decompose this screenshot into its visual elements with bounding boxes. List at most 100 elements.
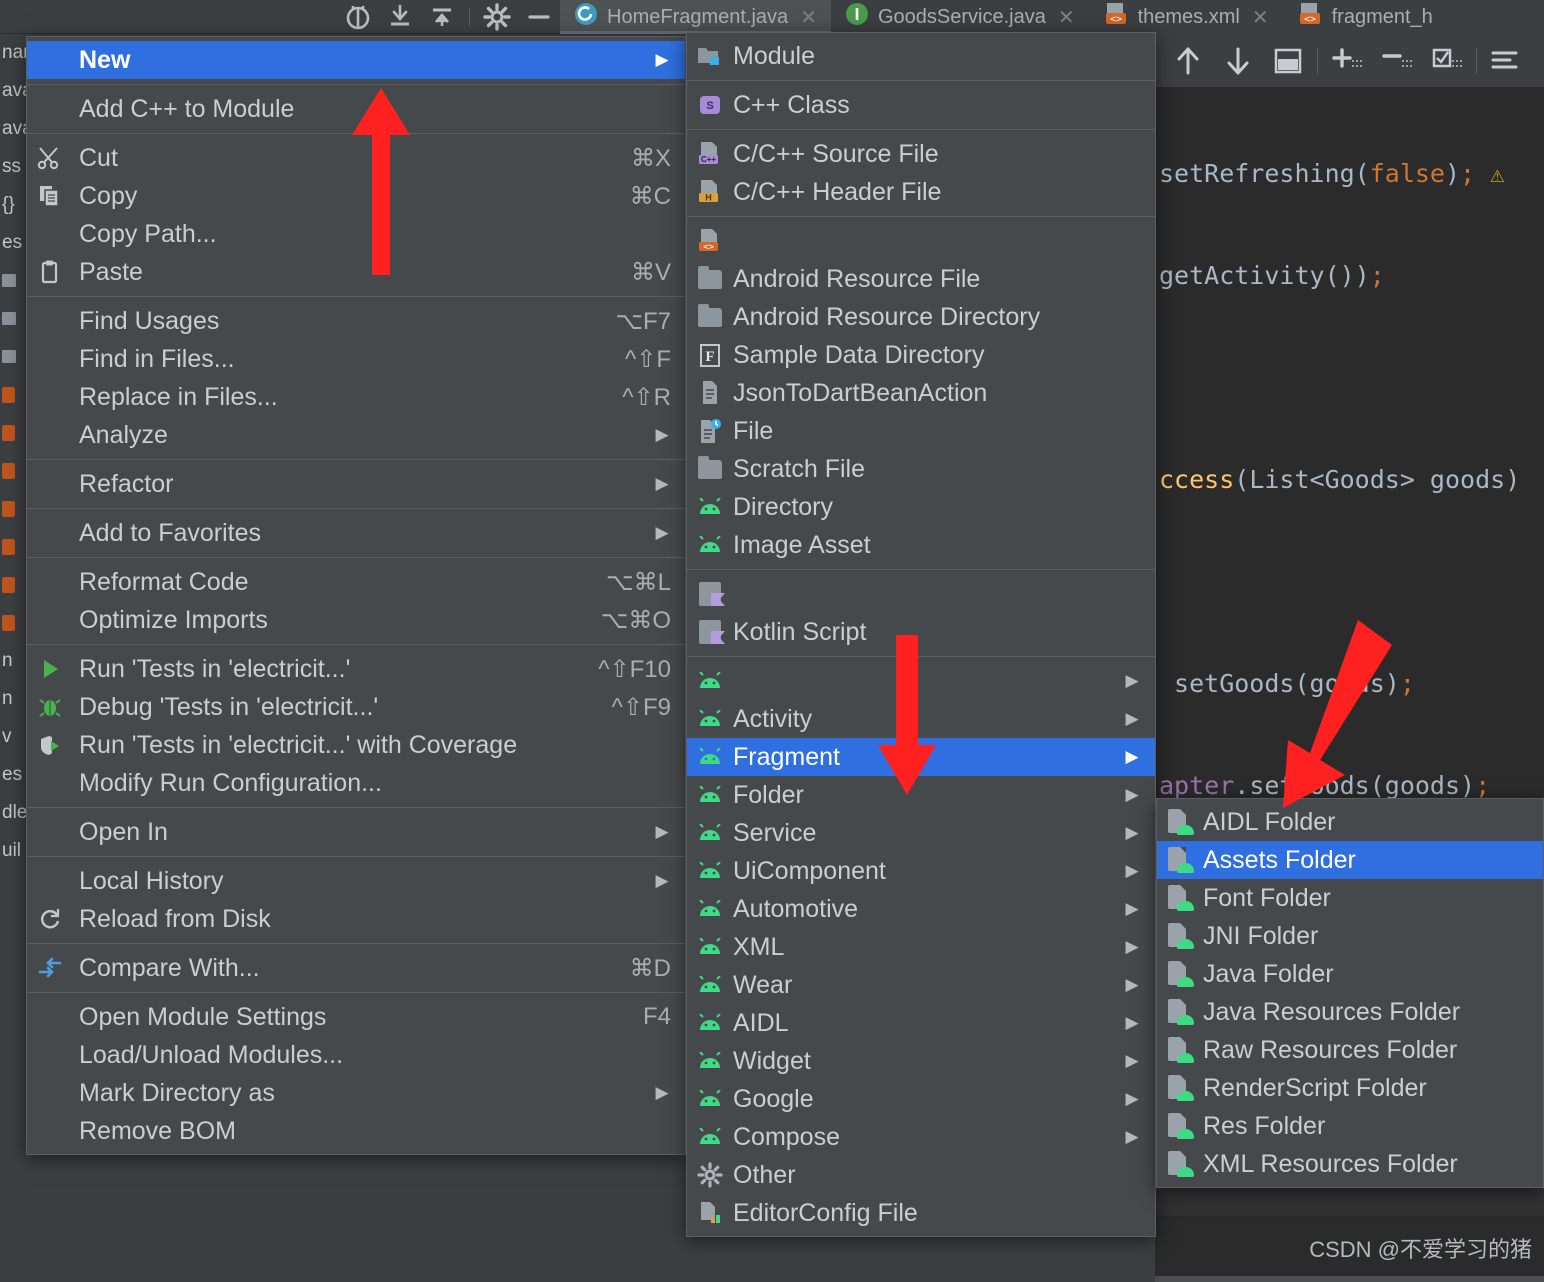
submenu-item-kotlin-worksheet[interactable]: Kotlin Script [687,613,1155,651]
tree-row[interactable]: v [0,718,28,756]
tree-row[interactable] [0,300,28,338]
project-tree-sliver[interactable]: nar ava ava ss {} es n n v es dle uil [0,34,28,1282]
tree-row[interactable] [0,376,28,414]
submenu-item-cpp-header-file[interactable]: H C/C++ Header File [687,173,1155,211]
tree-row[interactable] [0,604,28,642]
tree-row[interactable]: dle [0,794,28,832]
submenu-item-file[interactable]: JsonToDartBeanAction [687,374,1155,412]
format-icon[interactable] [1481,34,1531,88]
menu-item-mark-directory-as[interactable]: Mark Directory as ▶ [27,1074,685,1112]
tree-row[interactable] [0,338,28,376]
submenu-item-module[interactable]: Module [687,37,1155,75]
tree-row[interactable]: ava [0,110,28,148]
tree-row[interactable]: n [0,680,28,718]
menu-item-copy-path[interactable]: Copy Path... [27,215,685,253]
arrow-up-icon[interactable] [1163,34,1213,88]
submenu-item-vector-asset[interactable]: Image Asset [687,526,1155,564]
close-icon[interactable]: ✕ [1252,5,1269,30]
submenu-item-wear[interactable]: XML ▶ [687,928,1155,966]
folder-item-jni-folder[interactable]: JNI Folder [1157,917,1543,955]
tree-row[interactable]: es [0,224,28,262]
arrow-down-icon[interactable] [1213,34,1263,88]
tab-fragment-h[interactable]: <> fragment_h [1283,0,1447,34]
submenu-item-editorconfig-file[interactable]: Other [687,1156,1155,1194]
menu-item-debug-tests[interactable]: Debug 'Tests in 'electricit...' ^⇧F9 [27,688,685,726]
menu-item-find-usages[interactable]: Find Usages ⌥F7 [27,302,685,340]
collapse-all-icon[interactable] [379,0,421,34]
menu-item-compare-with[interactable]: Compare With... ⌘D [27,949,685,987]
folder-item-java-folder[interactable]: Java Folder [1157,955,1543,993]
submenu-item-cpp-class[interactable]: S C++ Class [687,86,1155,124]
tree-row[interactable] [0,528,28,566]
folder-item-res-folder[interactable]: Res Folder [1157,1107,1543,1145]
tree-row[interactable]: uil [0,832,28,870]
folder-item-xml-resources-folder[interactable]: XML Resources Folder [1157,1145,1543,1183]
remove-row-icon[interactable] [1372,34,1422,88]
submenu-item-activity[interactable]: ▶ [687,662,1155,700]
tab-home-fragment[interactable]: HomeFragment.java ✕ [560,0,831,34]
submenu-item-fragment[interactable]: Activity ▶ [687,700,1155,738]
menu-item-find-in-files[interactable]: Find in Files... ^⇧F [27,340,685,378]
folder-item-font-folder[interactable]: Font Folder [1157,879,1543,917]
tree-row[interactable]: n [0,642,28,680]
menu-item-copy[interactable]: Copy ⌘C [27,177,685,215]
menu-item-run-tests[interactable]: Run 'Tests in 'electricit...' ^⇧F10 [27,650,685,688]
folder-submenu[interactable]: AIDL Folder Assets Folder Font Folder JN… [1156,798,1544,1188]
tab-themes-xml[interactable]: <> themes.xml ✕ [1089,0,1283,34]
submenu-item-directory[interactable]: Scratch File [687,450,1155,488]
menu-item-open-in[interactable]: Open In ▶ [27,813,685,851]
submenu-item-widget[interactable]: AIDL ▶ [687,1004,1155,1042]
submenu-item-folder[interactable]: Fragment ▶ [687,738,1155,776]
menu-item-local-history[interactable]: Local History ▶ [27,862,685,900]
window-icon[interactable] [1263,34,1313,88]
add-row-icon[interactable] [1322,34,1372,88]
tab-goods-service[interactable]: GoodsService.java ✕ [831,0,1089,34]
folder-item-java-resources-folder[interactable]: Java Resources Folder [1157,993,1543,1031]
submenu-item-google[interactable]: Widget ▶ [687,1042,1155,1080]
submenu-item-uicomponent[interactable]: Service ▶ [687,814,1155,852]
submenu-item-sample-data-directory[interactable]: Android Resource Directory [687,298,1155,336]
submenu-item-android-resource-directory[interactable]: Android Resource File [687,260,1155,298]
close-icon[interactable]: ✕ [800,5,817,30]
submenu-item-scratch-file[interactable]: File [687,412,1155,450]
tree-row[interactable] [0,566,28,604]
select-row-icon[interactable] [1422,34,1472,88]
folder-item-raw-resources-folder[interactable]: Raw Resources Folder [1157,1031,1543,1069]
tree-row[interactable]: nar [0,34,28,72]
menu-item-open-module-settings[interactable]: Open Module Settings F4 [27,998,685,1036]
menu-item-load-unload-modules[interactable]: Load/Unload Modules... [27,1036,685,1074]
menu-item-paste[interactable]: Paste ⌘V [27,253,685,291]
menu-item-remove-bom[interactable]: Remove BOM [27,1112,685,1150]
menu-item-reformat-code[interactable]: Reformat Code ⌥⌘L [27,563,685,601]
menu-item-replace-in-files[interactable]: Replace in Files... ^⇧R [27,378,685,416]
tree-row[interactable] [0,490,28,528]
tree-row[interactable] [0,414,28,452]
submenu-item-android-resource-file[interactable]: <> [687,222,1155,260]
submenu-item-cpp-source-file[interactable]: C++ C/C++ Source File [687,135,1155,173]
submenu-item-compose[interactable]: Google ▶ [687,1080,1155,1118]
menu-item-analyze[interactable]: Analyze ▶ [27,416,685,454]
submenu-item-image-asset[interactable]: Directory [687,488,1155,526]
submenu-item-resource-bundle[interactable]: EditorConfig File [687,1194,1155,1232]
submenu-item-aidl[interactable]: Wear ▶ [687,966,1155,1004]
tree-row[interactable]: ava [0,72,28,110]
tree-row[interactable] [0,452,28,490]
submenu-item-automotive[interactable]: UiComponent ▶ [687,852,1155,890]
tree-row[interactable]: es [0,756,28,794]
menu-item-run-tests-with-coverage[interactable]: Run 'Tests in 'electricit...' with Cover… [27,726,685,764]
menu-item-add-to-favorites[interactable]: Add to Favorites ▶ [27,514,685,552]
submenu-item-kotlin-script[interactable] [687,575,1155,613]
close-icon[interactable]: ✕ [1058,5,1075,30]
menu-item-modify-run-configuration[interactable]: Modify Run Configuration... [27,764,685,802]
submenu-item-other[interactable]: Compose ▶ [687,1118,1155,1156]
folder-item-aidl-folder[interactable]: AIDL Folder [1157,803,1543,841]
new-submenu[interactable]: Module S C++ Class C++ C/C++ Source File… [686,32,1156,1237]
menu-item-cut[interactable]: Cut ⌘X [27,139,685,177]
bug-icon[interactable] [337,0,379,34]
folder-item-renderscript-folder[interactable]: RenderScript Folder [1157,1069,1543,1107]
submenu-item-xml[interactable]: Automotive ▶ [687,890,1155,928]
menu-item-new[interactable]: New ▶ [27,41,685,79]
menu-item-reload-from-disk[interactable]: Reload from Disk [27,900,685,938]
menu-item-add-cpp-to-module[interactable]: Add C++ to Module [27,90,685,128]
tree-row[interactable]: {} [0,186,28,224]
